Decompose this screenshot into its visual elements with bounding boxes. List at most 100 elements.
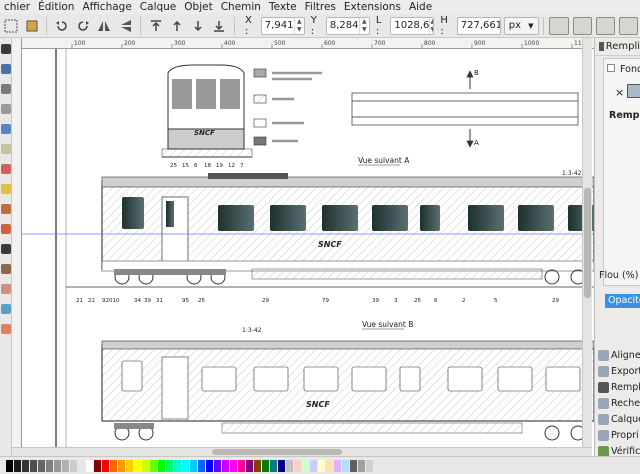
- palette-swatch[interactable]: [14, 459, 21, 472]
- palette-swatch[interactable]: [358, 459, 365, 472]
- palette-swatch[interactable]: [310, 459, 317, 472]
- palette-swatch[interactable]: [158, 459, 165, 472]
- scroll-thumb[interactable]: [212, 449, 342, 455]
- node-tool-icon[interactable]: [1, 64, 11, 74]
- palette-swatch[interactable]: [366, 459, 373, 472]
- palette-swatch[interactable]: [38, 459, 45, 472]
- palette-swatch[interactable]: [270, 459, 277, 472]
- fond-tab[interactable]: Fond: [607, 64, 640, 75]
- spray-tool-icon[interactable]: [1, 264, 11, 274]
- bucket-tool-icon[interactable]: [1, 304, 11, 314]
- palette-swatch[interactable]: [238, 459, 245, 472]
- palette-swatch[interactable]: [230, 459, 237, 472]
- zoom-tool-icon[interactable]: [1, 104, 11, 114]
- raise-to-top-button[interactable]: [147, 17, 164, 35]
- horizontal-scrollbar[interactable]: [12, 447, 592, 456]
- width-field[interactable]: 1028,6▲▼: [390, 16, 435, 35]
- palette-swatch[interactable]: [318, 459, 325, 472]
- palette-swatch[interactable]: [286, 459, 293, 472]
- menu-filters[interactable]: Filtres: [301, 0, 340, 14]
- layers-tab[interactable]: Calque: [598, 412, 640, 427]
- ellipse-tool-icon[interactable]: [1, 164, 11, 174]
- gradient-tool-icon[interactable]: [1, 324, 11, 334]
- flat-color-button[interactable]: [627, 84, 640, 98]
- y-field[interactable]: 8,284 ▲ ▼: [325, 16, 370, 35]
- palette-swatch[interactable]: [206, 459, 213, 472]
- 3dbox-tool-icon[interactable]: [1, 144, 11, 154]
- menu-text[interactable]: Texte: [265, 0, 301, 14]
- menu-edit[interactable]: Édition: [34, 0, 78, 14]
- menu-object[interactable]: Objet: [180, 0, 216, 14]
- palette-swatch[interactable]: [94, 459, 101, 472]
- drawing-canvas[interactable]: SNCF 25 15 6 18 19 12 7 B A Vue suivant …: [22, 49, 594, 456]
- palette-swatch[interactable]: [198, 459, 205, 472]
- palette-swatch[interactable]: [30, 459, 37, 472]
- scale-corners-toggle[interactable]: [572, 16, 592, 35]
- palette-swatch[interactable]: [102, 459, 109, 472]
- palette-swatch[interactable]: [174, 459, 181, 472]
- spiral-tool-icon[interactable]: [1, 204, 11, 214]
- text-tool-icon[interactable]: [1, 244, 11, 254]
- transform-gradients-toggle[interactable]: [595, 16, 615, 35]
- select-all-button[interactable]: [2, 17, 19, 35]
- spin-arrows-icon[interactable]: ▲▼: [429, 17, 433, 34]
- star-tool-icon[interactable]: [1, 184, 11, 194]
- palette-swatch[interactable]: [182, 459, 189, 472]
- flip-vertical-button[interactable]: [117, 17, 134, 35]
- fill-stroke-tab[interactable]: Rempl: [598, 380, 640, 395]
- no-paint-icon[interactable]: ×: [615, 86, 624, 99]
- menu-layer[interactable]: Calque: [136, 0, 180, 14]
- rotate-cw-button[interactable]: [75, 17, 92, 35]
- palette-swatch[interactable]: [22, 459, 29, 472]
- transform-patterns-toggle[interactable]: [618, 16, 638, 35]
- x-field[interactable]: 7,941 ▲ ▼: [260, 16, 305, 35]
- align-tab[interactable]: Aligne: [598, 348, 640, 363]
- spin-arrows-icon[interactable]: ▲▼: [293, 17, 304, 34]
- palette-swatch[interactable]: [342, 459, 349, 472]
- properties-tab[interactable]: Propri: [598, 428, 640, 443]
- lower-to-bottom-button[interactable]: [211, 17, 228, 35]
- scroll-thumb[interactable]: [584, 188, 591, 298]
- spin-arrows-icon[interactable]: ▲▼: [358, 17, 369, 34]
- export-tab[interactable]: Export: [598, 364, 640, 379]
- palette-swatch[interactable]: [86, 459, 93, 472]
- palette-swatch[interactable]: [78, 459, 85, 472]
- menu-path[interactable]: Chemin: [217, 0, 265, 14]
- palette-swatch[interactable]: [62, 459, 69, 472]
- palette-swatch[interactable]: [254, 459, 261, 472]
- palette-swatch[interactable]: [326, 459, 333, 472]
- scale-stroke-toggle[interactable]: [549, 16, 569, 35]
- tweak-tool-icon[interactable]: [1, 84, 11, 94]
- select-all-layers-button[interactable]: [23, 17, 40, 35]
- find-tab[interactable]: Recher: [598, 396, 640, 411]
- horizontal-ruler[interactable]: 100 200 300 400 500 600 700 800 900 1000…: [22, 38, 594, 49]
- palette-swatch[interactable]: [214, 459, 221, 472]
- opacity-field[interactable]: Opacité: [605, 294, 640, 308]
- pencil-tool-icon[interactable]: [1, 224, 11, 234]
- rect-tool-icon[interactable]: [1, 124, 11, 134]
- palette-swatch[interactable]: [54, 459, 61, 472]
- palette-swatch[interactable]: [350, 459, 357, 472]
- vertical-ruler[interactable]: [12, 38, 22, 456]
- menu-file[interactable]: chier: [0, 0, 34, 14]
- palette-swatch[interactable]: [246, 459, 253, 472]
- menu-view[interactable]: Affichage: [78, 0, 135, 14]
- palette-swatch[interactable]: [190, 459, 197, 472]
- palette-swatch[interactable]: [302, 459, 309, 472]
- menu-extensions[interactable]: Extensions: [340, 0, 405, 14]
- palette-swatch[interactable]: [278, 459, 285, 472]
- palette-swatch[interactable]: [70, 459, 77, 472]
- palette-swatch[interactable]: [334, 459, 341, 472]
- palette-swatch[interactable]: [222, 459, 229, 472]
- unit-select[interactable]: px ▼: [503, 16, 539, 35]
- vertical-scrollbar[interactable]: [582, 38, 592, 456]
- eraser-tool-icon[interactable]: [1, 284, 11, 294]
- palette-swatch[interactable]: [118, 459, 125, 472]
- palette-swatch[interactable]: [150, 459, 157, 472]
- palette-swatch[interactable]: [6, 459, 13, 472]
- height-field[interactable]: 727,661▲▼: [456, 16, 501, 35]
- palette-swatch[interactable]: [142, 459, 149, 472]
- palette-swatch[interactable]: [294, 459, 301, 472]
- palette-swatch[interactable]: [166, 459, 173, 472]
- palette-swatch[interactable]: [126, 459, 133, 472]
